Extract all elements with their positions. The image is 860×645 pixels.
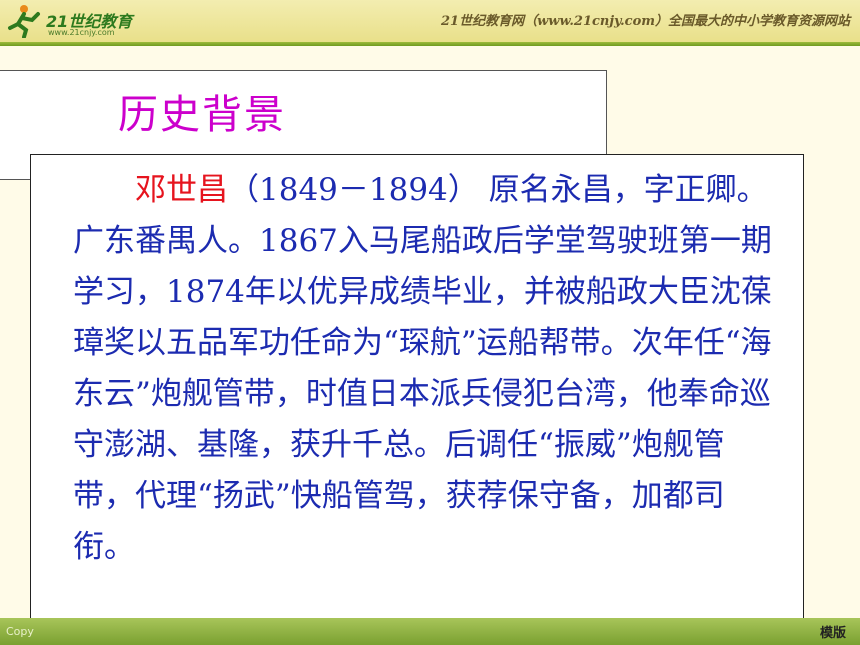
- logo-url: www.21cnjy.com: [48, 28, 115, 37]
- content-box: 邓世昌（1849－1894） 原名永昌，字正卿。广东番禺人。1867入马尾船政后…: [30, 154, 804, 645]
- runner-logo-icon: [8, 5, 40, 38]
- header-slogan: 21世纪教育网（www.21cnjy.com）全国最大的中小学教育资源网站: [441, 14, 850, 29]
- footer-template-label: 模版: [819, 626, 846, 641]
- footer-bar: [0, 618, 860, 645]
- footer-copyright: Copy: [6, 625, 34, 638]
- header-divider: [0, 42, 860, 46]
- biography-body: （1849－1894） 原名永昌，字正卿。广东番禺人。1867入马尾船政后学堂驾…: [73, 172, 772, 565]
- site-logo: 21世纪教育 www.21cnjy.com: [4, 2, 154, 40]
- biography-text: 邓世昌（1849－1894） 原名永昌，字正卿。广东番禺人。1867入马尾船政后…: [73, 165, 785, 573]
- slide-title: 历史背景: [118, 92, 286, 138]
- person-name: 邓世昌: [135, 172, 228, 208]
